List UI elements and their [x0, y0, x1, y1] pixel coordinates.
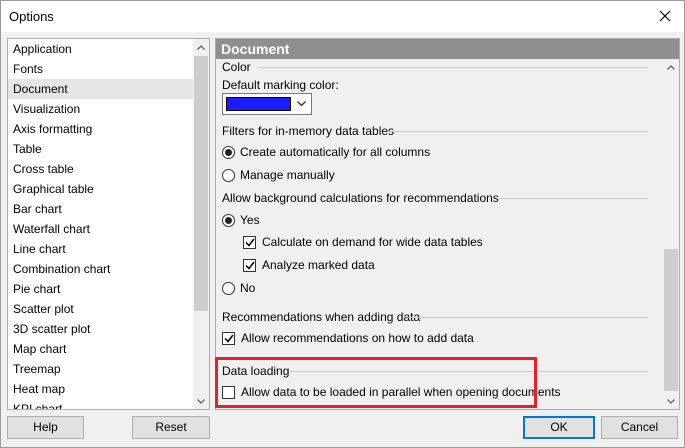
document-settings-panel: Document Color Default marking color: Fi…	[215, 38, 680, 410]
category-item[interactable]: Axis formatting	[8, 119, 194, 139]
bg-calc-no-label: No	[240, 281, 256, 295]
chevron-up-icon	[667, 64, 675, 70]
scroll-up-arrow[interactable]	[193, 39, 209, 55]
filters-auto-radio[interactable]: Create automatically for all columns	[222, 145, 430, 159]
checkbox[interactable]	[243, 258, 256, 272]
filters-auto-label: Create automatically for all columns	[240, 145, 431, 159]
filters-manual-label: Manage manually	[240, 168, 335, 182]
category-item[interactable]: Fonts	[8, 59, 194, 79]
close-button[interactable]	[650, 3, 680, 29]
highlight-box	[215, 357, 537, 408]
category-item[interactable]: Map chart	[8, 339, 194, 359]
category-item[interactable]: Graphical table	[8, 179, 194, 199]
divider	[258, 67, 648, 68]
radio-button[interactable]	[222, 213, 235, 227]
bg-calc-yes-radio[interactable]: Yes	[222, 213, 260, 227]
allow-recommendations-checkbox[interactable]: Allow recommendations on how to add data	[222, 331, 474, 345]
radio-button[interactable]	[222, 281, 235, 295]
category-item[interactable]: Table	[8, 139, 194, 159]
category-item[interactable]: KPI chart	[8, 399, 194, 409]
analyze-marked-label: Analyze marked data	[262, 258, 375, 272]
radio-button[interactable]	[222, 145, 235, 159]
scroll-thumb[interactable]	[194, 56, 208, 311]
radio-dot	[225, 148, 232, 156]
filters-section-label: Filters for in-memory data tables	[222, 124, 395, 138]
chevron-down-icon	[296, 101, 306, 107]
panel-scrollbar[interactable]	[663, 59, 679, 409]
category-item[interactable]: Line chart	[8, 239, 194, 259]
bg-calc-yes-label: Yes	[240, 213, 260, 227]
default-marking-label: Default marking color:	[222, 78, 339, 92]
category-item[interactable]: Waterfall chart	[8, 219, 194, 239]
marking-color-picker[interactable]	[222, 93, 312, 115]
analyze-marked-checkbox[interactable]: Analyze marked data	[243, 258, 375, 272]
category-item[interactable]: Visualization	[8, 99, 194, 119]
dropdown-arrow[interactable]	[291, 94, 311, 114]
filters-manual-radio[interactable]: Manage manually	[222, 168, 335, 182]
allow-recommendations-label: Allow recommendations on how to add data	[241, 331, 474, 345]
chevron-down-icon	[667, 398, 675, 404]
panel-header: Document	[216, 39, 679, 59]
scroll-up-arrow[interactable]	[663, 59, 679, 75]
category-item[interactable]: Heat map	[8, 379, 194, 399]
marking-color-swatch	[226, 97, 291, 111]
cancel-button[interactable]: Cancel	[601, 416, 678, 439]
calc-on-demand-checkbox[interactable]: Calculate on demand for wide data tables	[243, 235, 483, 249]
category-item[interactable]: Combination chart	[8, 259, 194, 279]
category-items: Application Fonts Document Visualization Axi…	[8, 39, 194, 409]
scroll-down-arrow[interactable]	[663, 393, 679, 409]
chevron-down-icon	[197, 398, 205, 404]
divider	[499, 198, 648, 199]
category-item[interactable]: Scatter plot	[8, 299, 194, 319]
category-list[interactable]: Application Fonts Document Visualization Axi…	[7, 38, 210, 410]
chevron-up-icon	[197, 44, 205, 50]
category-item[interactable]: Pie chart	[8, 279, 194, 299]
dialog-title: Options	[9, 9, 54, 24]
divider	[408, 317, 648, 318]
reset-button[interactable]: Reset	[132, 416, 210, 439]
checkmark-icon	[244, 261, 255, 270]
calc-on-demand-label: Calculate on demand for wide data tables	[262, 235, 483, 249]
category-item[interactable]: Application	[8, 39, 194, 59]
divider	[388, 131, 648, 132]
category-list-scrollbar[interactable]	[193, 39, 209, 409]
options-dialog: Options Application Fonts Document Visualiz…	[0, 0, 685, 448]
scroll-down-arrow[interactable]	[193, 393, 209, 409]
category-item[interactable]: 3D scatter plot	[8, 319, 194, 339]
scroll-thumb[interactable]	[664, 249, 678, 391]
help-button[interactable]: Help	[7, 416, 84, 439]
checkbox[interactable]	[222, 331, 235, 345]
recommendations-section-label: Recommendations when adding data	[222, 310, 421, 324]
radio-button[interactable]	[222, 168, 235, 182]
bg-calc-no-radio[interactable]: No	[222, 281, 255, 295]
category-item[interactable]: Document	[8, 79, 194, 99]
bg-calc-section-label: Allow background calculations for recomm…	[222, 191, 499, 205]
ok-button[interactable]: OK	[523, 416, 595, 439]
checkmark-icon	[223, 334, 234, 343]
checkbox[interactable]	[243, 235, 256, 249]
radio-dot	[225, 216, 232, 224]
title-bar: Options	[1, 1, 684, 32]
category-item[interactable]: Cross table	[8, 159, 194, 179]
close-icon	[659, 10, 671, 22]
category-item[interactable]: Bar chart	[8, 199, 194, 219]
checkmark-icon	[244, 238, 255, 247]
color-section-label: Color	[222, 60, 251, 74]
category-item[interactable]: Treemap	[8, 359, 194, 379]
